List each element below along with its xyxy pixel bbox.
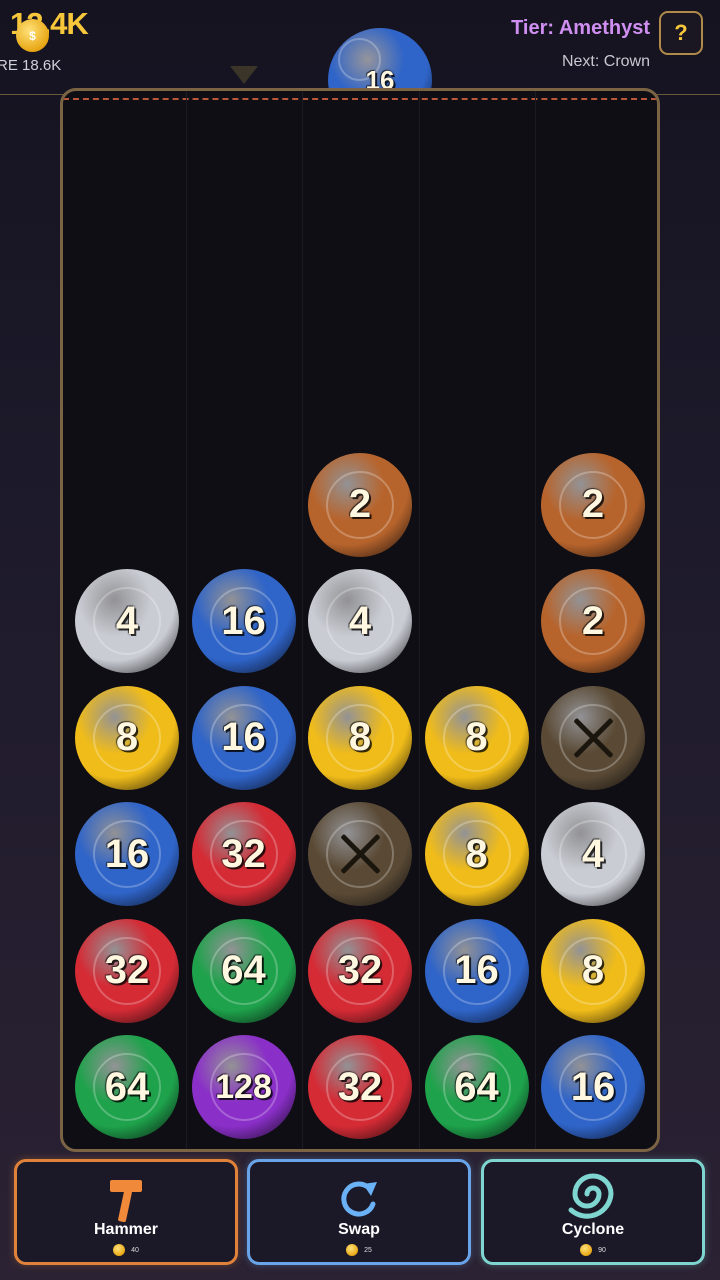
ball-value: 8 [465,715,488,759]
danger-line [63,98,657,100]
ball-8[interactable]: 8 [308,685,412,790]
ball-8[interactable]: 8 [424,802,529,906]
ball-value: 64 [221,948,266,992]
header-bar: 12.4K $ RE 18.6K 16 Tier: Amethyst Next:… [0,0,720,132]
column-divider [535,91,536,1149]
column-divider [185,91,187,1149]
ball-value: 8 [115,715,139,759]
ball-value: 4 [348,598,372,643]
ball-16[interactable]: 16 [191,569,296,673]
ball-32[interactable]: 32 [191,802,296,906]
ball-value: 128 [215,1067,272,1106]
powerup-cost-value: 90 [598,1246,606,1254]
ball-value: 4 [115,598,139,643]
cyclone-button[interactable]: Cyclone 90 [481,1159,705,1265]
ball-value: 8 [465,831,488,876]
ball-2[interactable]: 2 [308,452,412,557]
ball-16[interactable]: 16 [191,685,296,790]
ball-value: 64 [454,1064,499,1109]
ball-value: 16 [221,715,266,759]
powerup-cost: 90 [484,1244,702,1256]
blocker-x-icon [338,832,382,876]
coin-icon [346,1244,359,1256]
hammer-icon [17,1176,235,1222]
ball-value: 64 [104,1064,150,1109]
ball-2[interactable]: 2 [541,452,645,557]
ball-32[interactable]: 32 [75,918,179,1023]
ball-value: 16 [570,1064,616,1109]
ball-value: 16 [104,831,150,876]
swap-icon [250,1176,468,1222]
ball-value: 8 [581,948,605,992]
ball-value: 32 [337,948,383,992]
hammer-button[interactable]: Hammer 40 [14,1159,238,1265]
ball-2[interactable]: 2 [541,569,645,673]
drop-position-arrow-icon [230,66,258,84]
ball-4[interactable]: 4 [75,569,179,673]
powerup-cost-value: 40 [131,1246,139,1254]
ball-value: 16 [221,598,266,643]
ball-value: 32 [221,831,266,876]
tier-label: Tier: Amethyst [511,17,650,39]
blocker-x-icon [571,716,615,760]
ball-4[interactable]: 4 [541,802,645,906]
ball-value: 2 [581,482,605,526]
ball-value: 16 [454,948,499,992]
game-board[interactable]: 2 2 4 16 4 2 8 16 8 8 16 32 8 4 32 64 32 16 8 64 128 32 64 16 [60,88,660,1152]
ball-8[interactable]: 8 [424,685,529,790]
ball-value: 4 [581,831,605,876]
ball-32[interactable]: 32 [308,1035,412,1139]
powerup-label: Swap [338,1221,380,1238]
swap-button[interactable]: Swap 25 [247,1159,471,1265]
best-score: RE 18.6K [0,57,62,74]
powerup-label: Hammer [93,1221,159,1238]
ball-value: 2 [348,482,372,526]
blocker-ball[interactable] [308,802,412,906]
powerup-cost: 40 [17,1244,235,1256]
coin-icon [113,1244,126,1256]
ball-8[interactable]: 8 [75,685,179,790]
coin-icon: $ [16,19,49,52]
ball-64[interactable]: 64 [424,1035,529,1139]
ball-16[interactable]: 16 [424,918,529,1023]
ball-value: 32 [104,948,150,992]
cyclone-icon [484,1173,702,1222]
powerup-cost-value: 25 [364,1246,372,1254]
blocker-ball[interactable] [541,685,645,790]
powerup-label: Cyclone [561,1221,625,1238]
column-divider [418,91,420,1149]
ball-value: 32 [337,1064,383,1109]
ball-128[interactable]: 128 [191,1035,296,1139]
ball-4[interactable]: 4 [308,569,412,673]
ball-64[interactable]: 64 [75,1035,179,1139]
next-tier-label: Next: Crown [561,53,650,70]
ball-32[interactable]: 32 [308,918,412,1023]
ball-64[interactable]: 64 [191,918,296,1023]
help-button[interactable]: ? [659,11,703,55]
powerup-cost: 25 [250,1244,468,1256]
coin-icon [580,1244,593,1256]
ball-16[interactable]: 16 [75,802,179,906]
column-divider [302,91,303,1149]
ball-value: 8 [348,715,372,759]
ball-16[interactable]: 16 [541,1035,645,1139]
ball-value: 2 [581,598,605,643]
ball-8[interactable]: 8 [541,918,645,1023]
